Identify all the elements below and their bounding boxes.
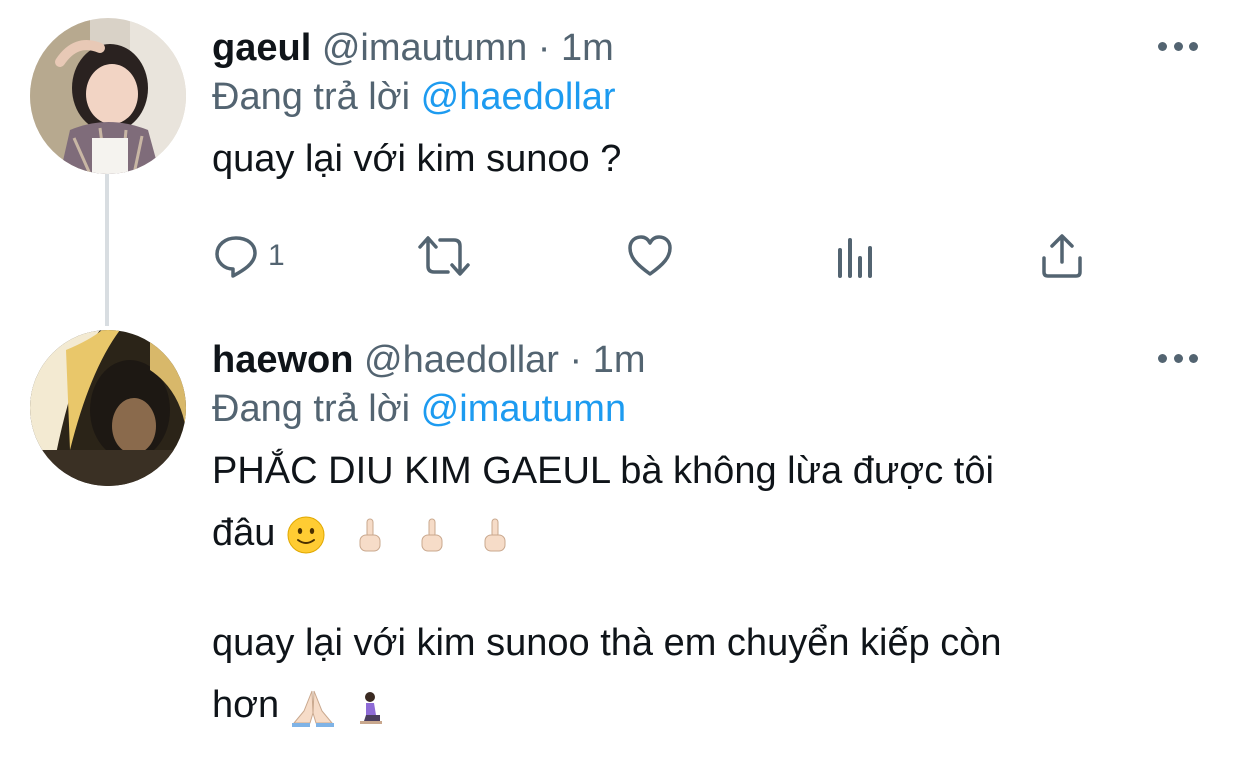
- replying-to: Đang trả lời @haedollar: [212, 72, 1202, 122]
- folded-hands-icon: [291, 690, 334, 727]
- tweet-text-line-3: quay lại với kim sunoo thà em chuyển kiế…: [212, 622, 1002, 664]
- analytics-button[interactable]: [834, 228, 878, 284]
- avatar-haewon[interactable]: [30, 330, 186, 486]
- reply-button[interactable]: 1: [212, 228, 285, 284]
- replying-prefix: Đang trả lời: [212, 76, 411, 118]
- person-kneeling-icon: [360, 691, 383, 724]
- tweet-text-line-2: đâu: [212, 512, 276, 554]
- tweet-1[interactable]: gaeul @imautumn · 1m Đang trả lời @haedo…: [212, 24, 1202, 190]
- avatar-gaeul[interactable]: [30, 18, 186, 174]
- middle-finger-icon: [359, 518, 381, 552]
- display-name[interactable]: gaeul: [212, 27, 311, 69]
- tweet-text-line: đâu: [212, 502, 1202, 564]
- tweet-text: quay lại với kim sunoo ?: [212, 128, 1202, 190]
- replying-mention-link[interactable]: @haedollar: [421, 76, 616, 118]
- user-handle[interactable]: @imautumn: [322, 27, 527, 69]
- tweet-text-line-1: PHẮC DIU KIM GAEUL bà không lừa được tôi: [212, 450, 994, 492]
- user-handle[interactable]: @haedollar: [364, 339, 559, 381]
- tweet-actions: 1: [212, 228, 1092, 284]
- tweet-2[interactable]: haewon @haedollar · 1m Đang trả lời @ima…: [212, 336, 1202, 736]
- timestamp[interactable]: 1m: [561, 27, 614, 69]
- share-button[interactable]: [1038, 228, 1086, 284]
- share-icon: [1042, 234, 1082, 278]
- analytics-icon: [838, 238, 872, 278]
- slightly-smiling-face-icon: [287, 516, 325, 554]
- like-button[interactable]: [626, 228, 674, 284]
- tweet-text-line: hơn: [212, 674, 1202, 736]
- middle-finger-icon: [421, 518, 443, 552]
- replying-prefix: Đang trả lời: [212, 388, 411, 430]
- reply-count: 1: [268, 239, 285, 272]
- tweet-text-line-4: hơn: [212, 684, 280, 726]
- retweet-button[interactable]: [416, 228, 472, 284]
- separator-dot: ·: [569, 339, 583, 381]
- more-icon[interactable]: [1158, 40, 1198, 52]
- replying-mention-link[interactable]: @imautumn: [421, 388, 626, 430]
- tweet-header: haewon @haedollar · 1m: [212, 336, 1202, 384]
- display-name[interactable]: haewon: [212, 339, 353, 381]
- retweet-icon: [418, 236, 470, 276]
- tweet-text-line: PHẮC DIU KIM GAEUL bà không lừa được tôi: [212, 440, 1202, 502]
- tweet-text-blank-line: [212, 564, 1202, 612]
- avatar-image: [30, 330, 186, 486]
- timestamp[interactable]: 1m: [593, 339, 646, 381]
- avatar-image: [30, 18, 186, 174]
- tweet-text-line: quay lại với kim sunoo ?: [212, 138, 622, 180]
- heart-icon: [628, 235, 672, 276]
- separator-dot: ·: [537, 27, 551, 69]
- middle-finger-icon: [484, 518, 506, 552]
- more-icon[interactable]: [1158, 352, 1198, 364]
- reply-icon: [215, 236, 257, 278]
- tweet-text: PHẮC DIU KIM GAEUL bà không lừa được tôi…: [212, 440, 1202, 736]
- tweet-text-line: quay lại với kim sunoo thà em chuyển kiế…: [212, 612, 1202, 674]
- thread-connector-line: [105, 172, 109, 326]
- replying-to: Đang trả lời @imautumn: [212, 384, 1202, 434]
- tweet-header: gaeul @imautumn · 1m: [212, 24, 1202, 72]
